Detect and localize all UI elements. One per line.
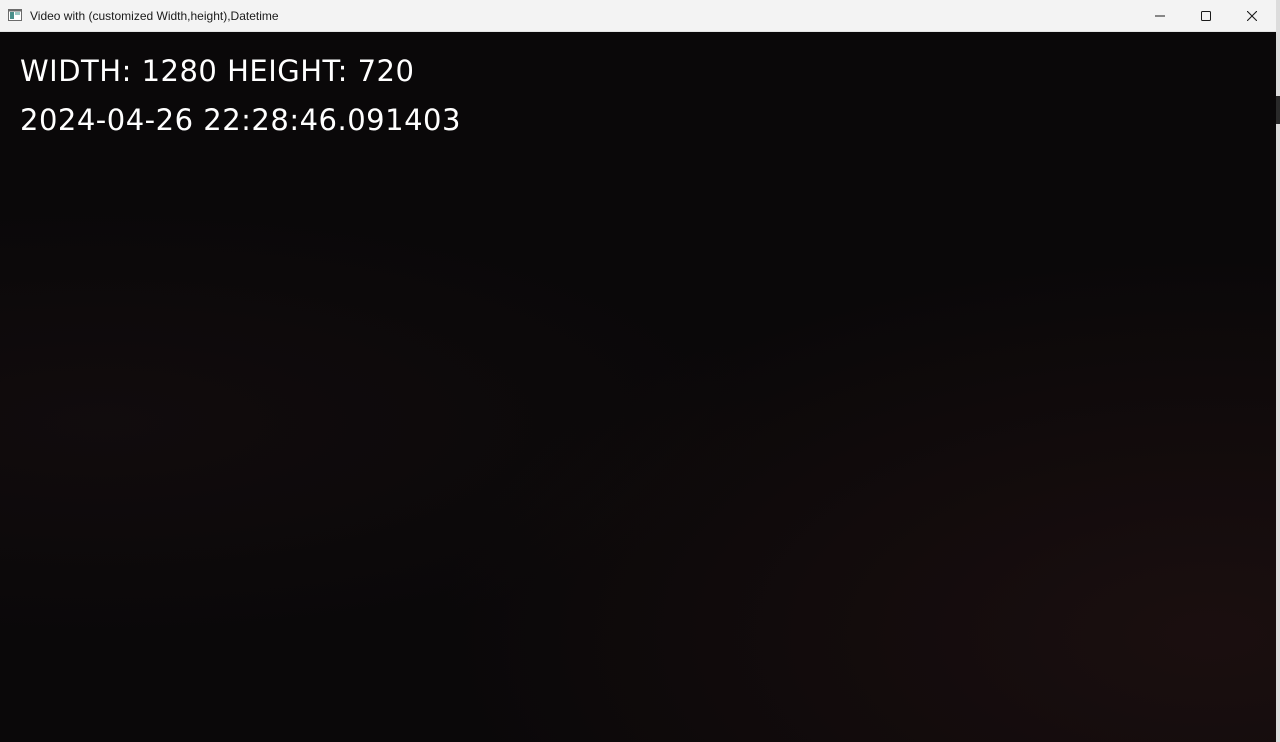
background-edge-mark	[1276, 96, 1280, 124]
close-icon	[1247, 10, 1257, 21]
close-button[interactable]	[1229, 0, 1275, 31]
maximize-button[interactable]	[1183, 0, 1229, 31]
minimize-icon	[1155, 15, 1165, 16]
datetime-overlay-text: 2024-04-26 22:28:46.091403	[20, 103, 461, 137]
dimensions-overlay-text: WIDTH: 1280 HEIGHT: 720	[20, 54, 415, 88]
minimize-button[interactable]	[1137, 0, 1183, 31]
maximize-icon	[1201, 10, 1211, 21]
title-bar[interactable]: Video with (customized Width,height),Dat…	[0, 0, 1276, 32]
video-window: Video with (customized Width,height),Dat…	[0, 0, 1280, 742]
window-app-icon[interactable]	[8, 9, 22, 21]
window-title: Video with (customized Width,height),Dat…	[30, 9, 279, 23]
video-frame: WIDTH: 1280 HEIGHT: 720 2024-04-26 22:28…	[0, 32, 1276, 742]
